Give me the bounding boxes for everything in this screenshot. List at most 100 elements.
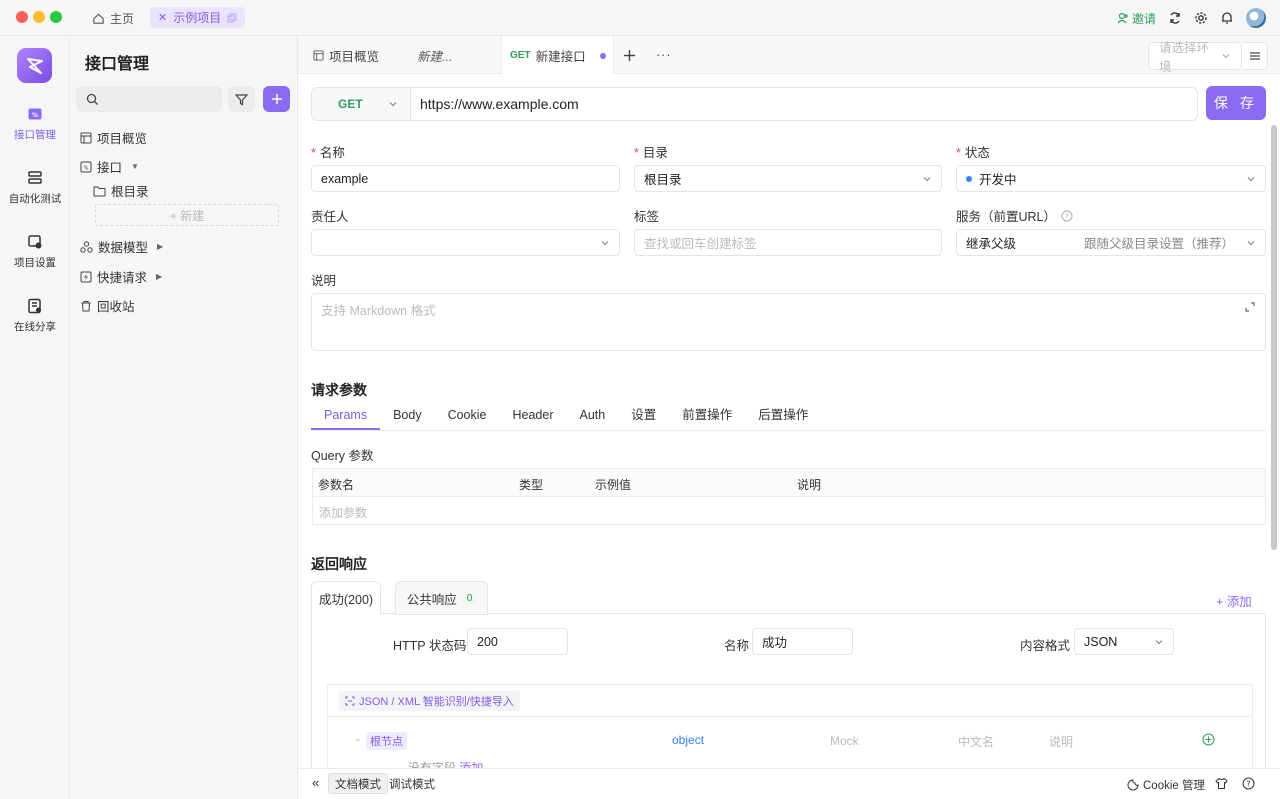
- rail-item-online-share[interactable]: 在线分享: [0, 298, 70, 334]
- tree-item-overview[interactable]: 项目概览: [80, 128, 147, 147]
- debug-mode-button[interactable]: 调试模式: [383, 773, 441, 794]
- name-label: * 名称: [311, 146, 345, 160]
- filter-icon: [235, 93, 248, 105]
- tags-input[interactable]: 查找或回车创建标签: [634, 229, 942, 256]
- copy-icon[interactable]: [227, 13, 237, 23]
- query-params-title: Query 参数: [311, 449, 374, 463]
- rail-item-project-settings[interactable]: 项目设置: [0, 234, 70, 270]
- settings-icon[interactable]: [1194, 11, 1208, 25]
- rail-item-api-management[interactable]: % 接口管理: [0, 106, 70, 142]
- owner-select[interactable]: [311, 229, 620, 256]
- json-import-button[interactable]: JSON / XML 智能识别/快捷导入: [339, 691, 520, 711]
- sync-icon[interactable]: [1168, 11, 1182, 25]
- tab-new[interactable]: 新建...: [417, 36, 452, 74]
- bell-icon[interactable]: [1220, 11, 1234, 25]
- svg-text:?: ?: [1246, 780, 1250, 789]
- data-model-icon: [80, 240, 93, 253]
- name-input[interactable]: example: [311, 165, 620, 192]
- tab-body[interactable]: Body: [380, 402, 435, 430]
- request-params-title: 请求参数: [311, 382, 367, 398]
- description-column[interactable]: 说明: [1049, 733, 1073, 750]
- add-field-icon[interactable]: [1202, 733, 1215, 746]
- tab-header[interactable]: Header: [500, 402, 567, 430]
- method-select[interactable]: GET: [312, 88, 411, 120]
- tree-item-data-models[interactable]: 数据模型 ▶: [80, 237, 163, 256]
- tab-settings[interactable]: 设置: [618, 402, 669, 430]
- add-tab-button[interactable]: [623, 36, 636, 74]
- lightning-icon: [80, 271, 92, 282]
- close-window-button[interactable]: [16, 11, 28, 23]
- svg-text:%: %: [32, 112, 38, 119]
- more-tabs-button[interactable]: ···: [656, 36, 672, 74]
- trash-icon: [81, 300, 91, 311]
- tab-cookie[interactable]: Cookie: [435, 402, 500, 430]
- menu-button[interactable]: [1242, 42, 1268, 70]
- caret-right-icon[interactable]: ▶: [156, 272, 162, 281]
- tab-params[interactable]: Params: [311, 402, 381, 430]
- content-format-select[interactable]: JSON: [1074, 628, 1174, 655]
- cn-name-column[interactable]: 中文名: [958, 733, 994, 750]
- help-icon[interactable]: ?: [1242, 777, 1255, 790]
- doc-mode-button[interactable]: 文档模式: [328, 773, 388, 794]
- collapse-caret-icon[interactable]: ⌄: [354, 733, 362, 744]
- response-name-input[interactable]: 成功: [752, 628, 853, 655]
- response-title: 返回响应: [311, 556, 367, 572]
- status-select[interactable]: 开发中: [956, 165, 1266, 192]
- url-input[interactable]: https://www.example.com: [411, 88, 579, 120]
- sidebar-search-input[interactable]: [76, 86, 222, 112]
- invite-button[interactable]: 邀请: [1117, 10, 1156, 27]
- column-header: 类型: [519, 478, 544, 492]
- tab-response-common[interactable]: 公共响应 0: [395, 581, 488, 615]
- root-type[interactable]: object: [672, 733, 704, 747]
- tree-label: 数据模型: [98, 241, 149, 255]
- tab-post-actions[interactable]: 后置操作: [745, 402, 821, 430]
- caret-right-icon[interactable]: ▶: [157, 242, 163, 251]
- filter-button[interactable]: [228, 86, 255, 112]
- save-button[interactable]: 保 存: [1206, 86, 1266, 120]
- tab-response-success[interactable]: 成功(200): [311, 581, 381, 615]
- folder-icon: [93, 186, 106, 196]
- cookie-manager-button[interactable]: Cookie 管理: [1127, 777, 1205, 793]
- caret-down-icon[interactable]: ▼: [131, 162, 139, 171]
- directory-label: * 目录: [634, 146, 668, 160]
- add-button[interactable]: [263, 86, 290, 112]
- expand-icon[interactable]: [1245, 302, 1255, 312]
- new-item-button[interactable]: + 新建: [95, 204, 279, 226]
- params-tabs: Params Body Cookie Header Auth 设置 前置操作 后…: [311, 402, 1266, 431]
- help-icon[interactable]: ?: [1061, 210, 1073, 222]
- shirt-icon[interactable]: [1215, 777, 1228, 790]
- avatar[interactable]: [1246, 8, 1266, 28]
- close-tab-icon[interactable]: ✕: [158, 11, 167, 24]
- scan-icon: [345, 696, 355, 706]
- http-code-label: HTTP 状态码: [393, 639, 467, 653]
- method-label: GET: [338, 97, 363, 111]
- add-response-button[interactable]: + 添加: [1216, 591, 1252, 610]
- collapse-sidebar-icon[interactable]: «: [312, 775, 319, 790]
- tab-pre-actions[interactable]: 前置操作: [669, 402, 745, 430]
- tab-auth[interactable]: Auth: [567, 402, 619, 430]
- tab-overview[interactable]: 项目概览: [313, 36, 379, 74]
- project-tab[interactable]: ✕ 示例项目: [150, 7, 246, 28]
- directory-select[interactable]: 根目录: [634, 165, 942, 192]
- maximize-window-button[interactable]: [50, 11, 62, 23]
- minimize-window-button[interactable]: [33, 11, 45, 23]
- rail-item-auto-test[interactable]: 自动化测试: [0, 170, 70, 206]
- tree-item-recycle[interactable]: 回收站: [80, 296, 135, 315]
- scrollbar[interactable]: [1271, 125, 1277, 550]
- tree-item-quick-requests[interactable]: 快捷请求 ▶: [80, 267, 162, 286]
- home-tab[interactable]: 主页: [92, 10, 134, 27]
- response-name-label: 名称: [724, 639, 750, 653]
- add-param-input[interactable]: 添加参数: [319, 504, 367, 521]
- mock-column[interactable]: Mock: [830, 734, 859, 748]
- tab-method-label: GET: [510, 50, 531, 61]
- url-bar: GET https://www.example.com: [311, 87, 1198, 121]
- tree-item-root-dir[interactable]: 根目录: [93, 181, 149, 200]
- main-panel: 项目概览 新建... GET 新建接口 ··· 请选择环境 GET https:: [298, 36, 1280, 799]
- description-input[interactable]: 支持 Markdown 格式: [311, 293, 1266, 351]
- environment-select[interactable]: 请选择环境: [1148, 41, 1242, 74]
- tab-new-interface[interactable]: GET 新建接口: [501, 36, 614, 75]
- tree-item-interfaces[interactable]: % 接口 ▼: [80, 157, 139, 176]
- service-select[interactable]: 继承父级 跟随父级目录设置（推荐）: [956, 229, 1266, 256]
- http-code-input[interactable]: 200: [467, 628, 568, 655]
- project-settings-icon: [28, 235, 42, 249]
